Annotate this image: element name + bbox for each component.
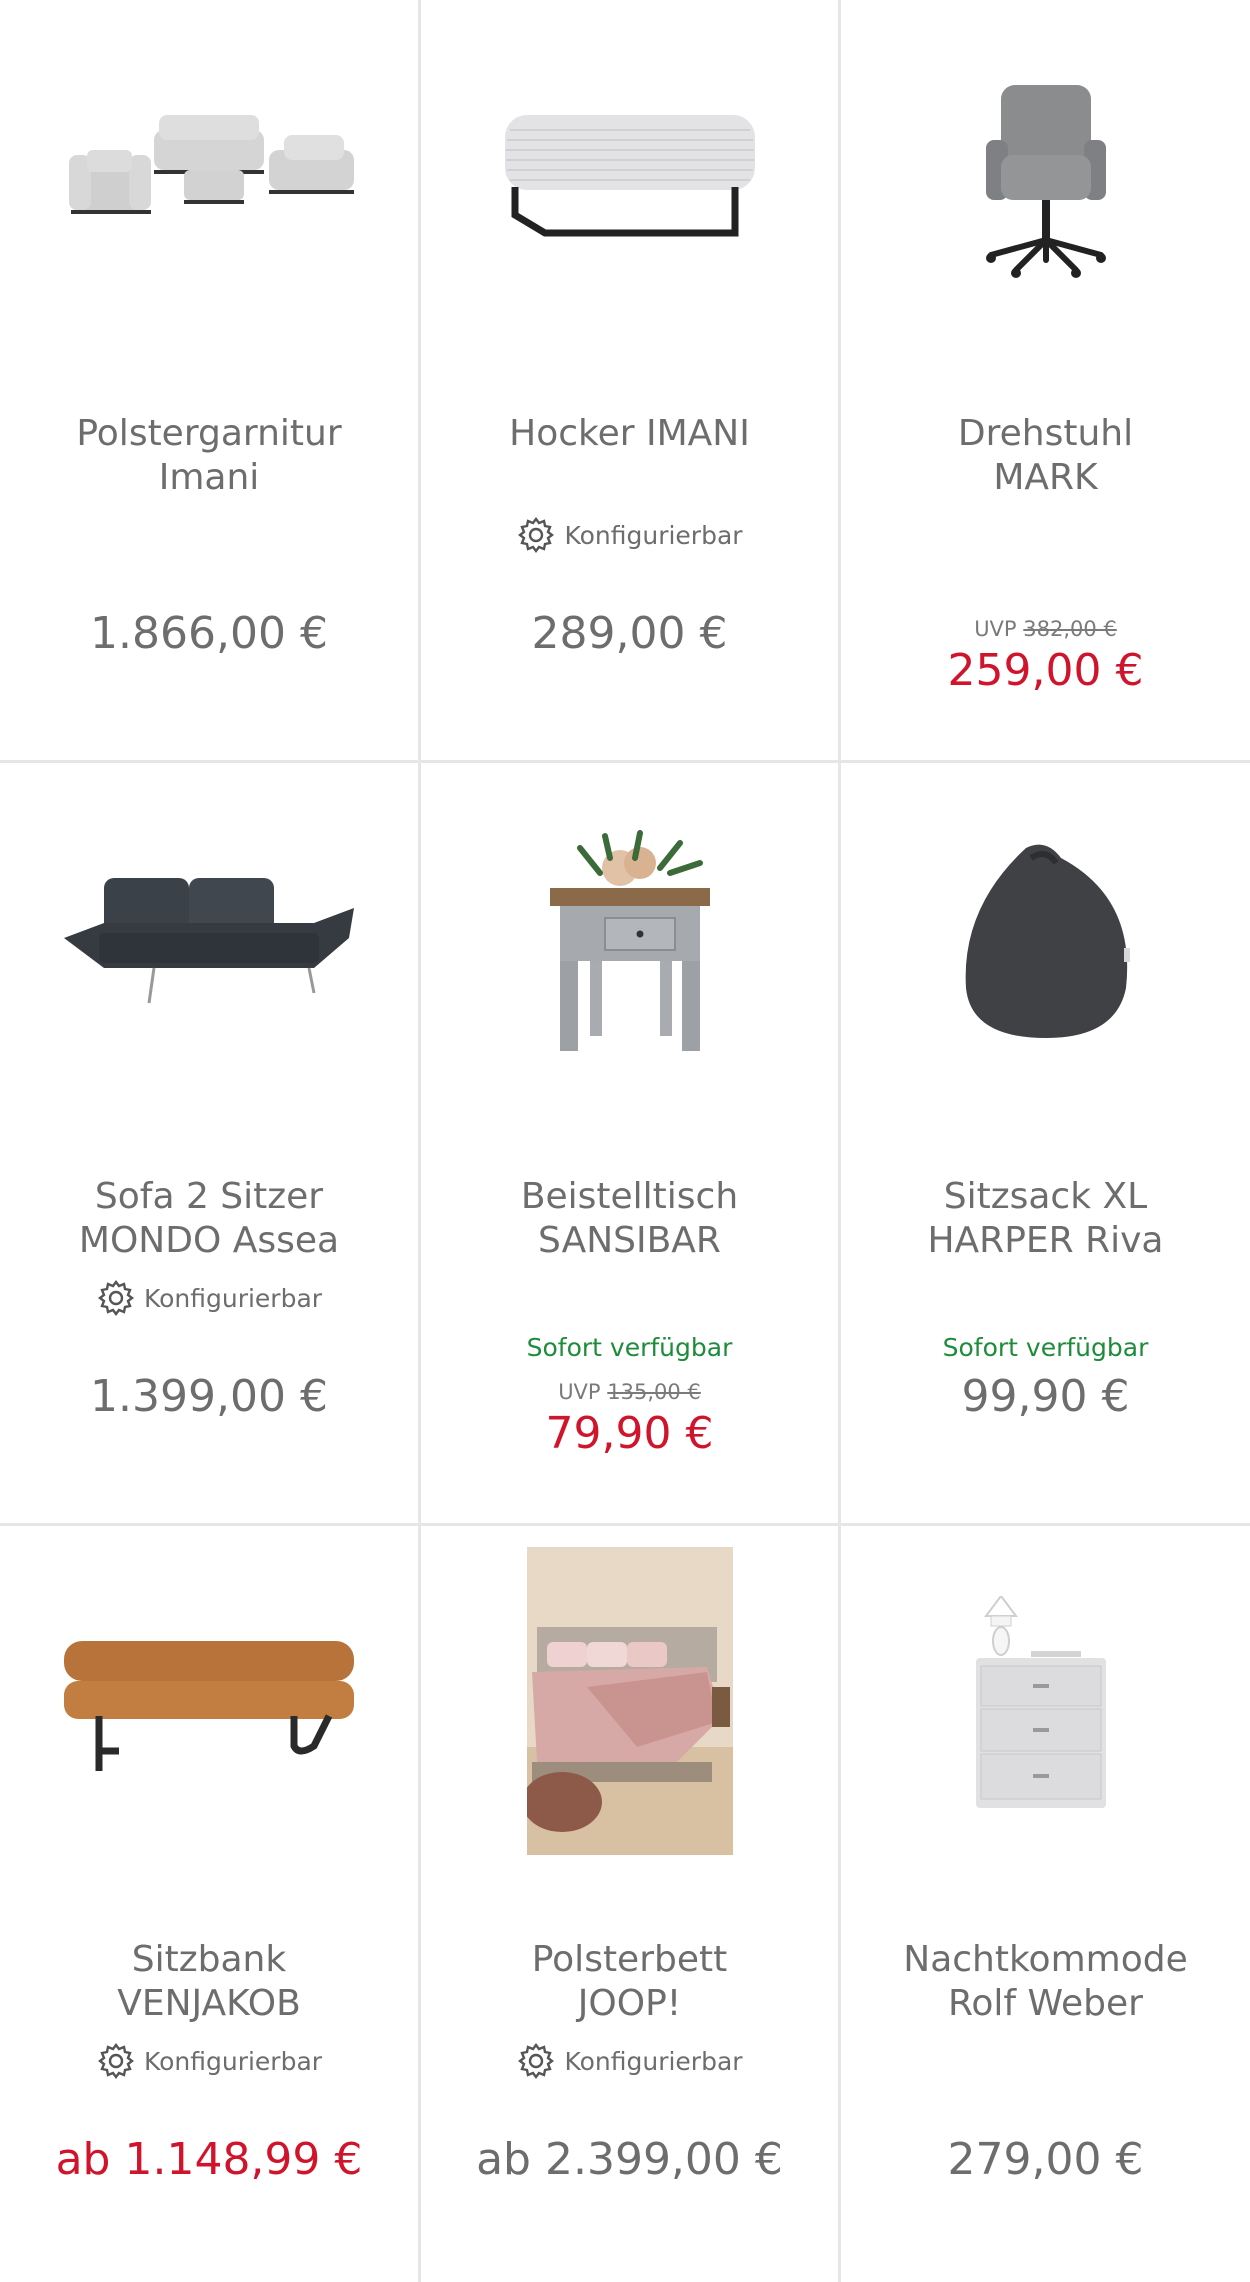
product-title-line2: MARK [993,457,1098,498]
gear-icon [518,517,555,553]
product-title[interactable]: Sofa 2 Sitzer MONDO Assea [10,1175,408,1263]
product-title[interactable]: Sitzbank VENJAKOB [10,1938,408,2026]
product-card-nachtkommode-rolf-weber[interactable]: Nachtkommode Rolf Weber 279,00 € [841,1526,1250,2282]
product-card-sitzbank-venjakob[interactable]: Sitzbank VENJAKOB Konfigurierbar ab 1.14… [0,1526,418,2282]
uvp-label: UVP [974,617,1017,641]
product-title-line1: Sitzbank [131,1939,287,1980]
product-image[interactable] [841,20,1250,340]
configurable-label: Konfigurierbar [564,520,743,550]
product-image[interactable] [841,783,1250,1103]
product-title[interactable]: Hocker IMANI [431,412,828,456]
product-price: 1.399,00 € [90,1371,328,1422]
product-image[interactable] [421,783,838,1103]
product-title-line1: Beistelltisch [520,1176,739,1217]
product-sale-price: ab 1.148,99 € [55,2134,363,2185]
uvp-price: UVP 135,00 € [421,1380,838,1404]
gear-icon [97,2043,134,2079]
product-title[interactable]: Drehstuhl MARK [851,412,1240,500]
product-title[interactable]: Polsterbett JOOP! [431,1938,828,2026]
product-price: 1.866,00 € [90,608,328,659]
configurable-badge: Konfigurierbar [0,2041,418,2081]
product-title-line2: Rolf Weber [948,1983,1143,2024]
product-grid: Polstergarnitur Imani 1.866,00 € Hocker … [0,0,1250,2282]
product-price: ab 2.399,00 € [476,2134,783,2185]
gear-icon [97,1280,134,1316]
product-image[interactable] [0,20,418,340]
uvp-strikethrough-price: 382,00 € [1023,617,1117,641]
product-card-hocker-imani[interactable]: Hocker IMANI Konfigurierbar 289,00 € [421,0,838,760]
product-title[interactable]: Beistelltisch SANSIBAR [431,1175,828,1263]
uvp-price: UVP 382,00 € [841,617,1250,641]
product-title-line1: Polsterbett [531,1939,728,1980]
availability-status: Sofort verfügbar [526,1333,733,1362]
product-title-line2: VENJAKOB [117,1983,301,2024]
product-title-line1: Polstergarnitur [76,413,342,454]
product-sale-price: 259,00 € [947,645,1144,696]
product-title[interactable]: Polstergarnitur Imani [10,412,408,500]
product-card-polstergarnitur-imani[interactable]: Polstergarnitur Imani 1.866,00 € [0,0,418,760]
product-title-line2: JOOP! [577,1983,682,2024]
product-title-line1: Sitzsack XL [943,1176,1148,1217]
configurable-badge: Konfigurierbar [421,2041,838,2081]
product-price: 99,90 € [961,1371,1130,1422]
product-title-line1: Sofa 2 Sitzer [94,1176,324,1217]
product-title-line2: SANSIBAR [538,1220,721,1261]
configurable-label: Konfigurierbar [143,1283,323,1313]
product-card-sitzsack-harper[interactable]: Sitzsack XL HARPER Riva Sofort verfügbar… [841,763,1250,1523]
product-sale-price: 79,90 € [545,1408,714,1459]
product-title-line2: MONDO Assea [78,1220,340,1261]
product-image[interactable] [0,783,418,1103]
product-title[interactable]: Nachtkommode Rolf Weber [851,1938,1240,2026]
configurable-label: Konfigurierbar [143,2046,323,2076]
product-card-polsterbett-joop[interactable]: Polsterbett JOOP! Konfigurierbar ab 2.39… [421,1526,838,2282]
configurable-label: Konfigurierbar [564,2046,743,2076]
uvp-label: UVP [558,1380,601,1404]
product-image[interactable] [421,1546,838,1856]
product-title-line1: Hocker IMANI [509,413,750,454]
product-title-line1: Nachtkommode [903,1939,1188,1980]
availability-status: Sofort verfügbar [942,1333,1149,1362]
uvp-strikethrough-price: 135,00 € [607,1380,701,1404]
product-image[interactable] [0,1546,418,1866]
configurable-badge: Konfigurierbar [421,515,838,555]
product-price: 279,00 € [947,2134,1144,2185]
product-card-drehstuhl-mark[interactable]: Drehstuhl MARK UVP 382,00 € 259,00 € [841,0,1250,760]
product-title-line2: Imani [158,457,260,498]
product-title-line1: Drehstuhl [957,413,1134,454]
product-image[interactable] [421,20,838,340]
gear-icon [518,2043,555,2079]
product-price: 289,00 € [531,608,728,659]
product-card-sofa-mondo[interactable]: Sofa 2 Sitzer MONDO Assea Konfigurierbar… [0,763,418,1523]
configurable-badge: Konfigurierbar [0,1278,418,1318]
product-card-beistelltisch-sansibar[interactable]: Beistelltisch SANSIBAR Sofort verfügbar … [421,763,838,1523]
product-image[interactable] [841,1546,1250,1866]
product-title[interactable]: Sitzsack XL HARPER Riva [851,1175,1240,1263]
product-title-line2: HARPER Riva [927,1220,1164,1261]
